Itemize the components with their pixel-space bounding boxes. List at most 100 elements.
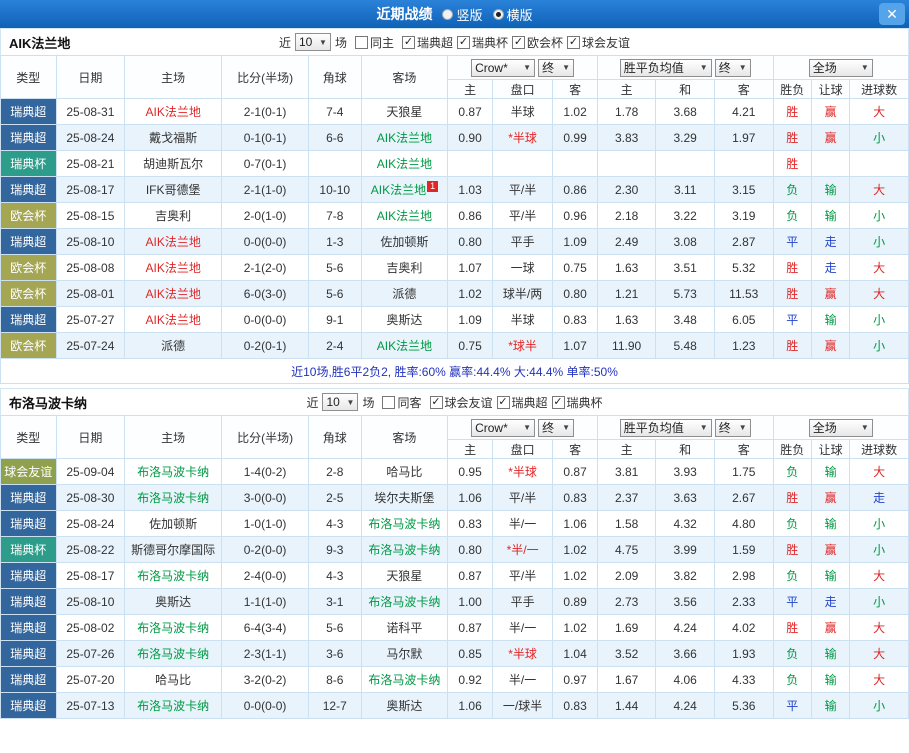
odds-away: 0.87 — [552, 458, 598, 485]
away-team: 布洛马波卡纳 — [360, 666, 449, 693]
close-button[interactable]: ✕ — [879, 3, 905, 25]
odds-home: 1.06 — [447, 484, 493, 511]
league-filter-checkbox[interactable]: ✓ 瑞典杯 — [457, 34, 508, 51]
result-handicap — [810, 150, 851, 177]
match-date: 25-07-26 — [55, 640, 126, 667]
handicap: *半球 — [491, 640, 554, 667]
home-team: IFK哥德堡 — [124, 176, 223, 203]
corner: 5-6 — [308, 280, 362, 307]
avg-draw: 3.63 — [655, 484, 715, 511]
score: 0-1(0-1) — [221, 124, 309, 151]
col-away: 客场 — [360, 415, 449, 459]
corner: 2-4 — [308, 332, 362, 359]
result-handicap: 输 — [810, 202, 851, 229]
odds-home — [447, 150, 493, 177]
match-count-select[interactable]: 10 ▼ — [322, 393, 359, 411]
subcol-avg-away: 客 — [713, 79, 774, 99]
league-filter-checkbox[interactable]: ✓ 球会友谊 — [567, 34, 630, 51]
layout-vertical-radio[interactable]: 竖版 — [442, 5, 483, 24]
avg-away: 1.93 — [713, 640, 774, 667]
section-team-name: 布洛马波卡纳 — [9, 395, 88, 411]
same-venue-checkbox[interactable]: 同主 — [354, 34, 394, 51]
score: 1-4(0-2) — [221, 458, 309, 485]
scope-select[interactable]: 全场 ▼ — [808, 418, 873, 437]
result-goals: 小 — [849, 588, 909, 615]
avg-stage-select[interactable]: 终 ▼ — [714, 58, 751, 77]
match-count-select[interactable]: 10 ▼ — [294, 33, 331, 51]
scope-select[interactable]: 全场 ▼ — [808, 58, 873, 77]
games-label: 场 — [362, 395, 375, 410]
odds-stage-select[interactable]: 终 ▼ — [538, 58, 575, 77]
result-wdl: 胜 — [772, 150, 812, 177]
match-row: 瑞典超 25-08-17 布洛马波卡纳 2-4(0-0) 4-3 天狼星 0.87 平/半 1.… — [0, 562, 909, 589]
home-team: AIK法兰地 — [124, 254, 223, 281]
chevron-down-icon: ▼ — [346, 397, 355, 407]
odds-home: 1.00 — [447, 588, 493, 615]
odds-away: 1.07 — [552, 332, 598, 359]
league-badge: 欧会杯 — [0, 202, 57, 229]
league-badge: 瑞典超 — [0, 666, 57, 693]
result-wdl: 胜 — [772, 614, 812, 641]
checkbox-checked-icon: ✓ — [457, 35, 470, 49]
bookmaker-select[interactable]: Crow* ▼ — [471, 418, 536, 437]
subcol-odds-home: 主 — [447, 79, 493, 99]
subcol-handicap-result: 让球 — [810, 79, 851, 99]
avg-draw — [655, 150, 715, 177]
col-type: 类型 — [0, 55, 57, 99]
home-team: AIK法兰地 — [124, 98, 223, 125]
odds-home: 1.03 — [447, 176, 493, 203]
corner: 8-6 — [308, 666, 362, 693]
league-badge: 欧会杯 — [0, 332, 57, 359]
layout-horizontal-label: 横版 — [506, 7, 533, 23]
league-badge: 瑞典超 — [0, 588, 57, 615]
avg-away: 1.97 — [713, 124, 774, 151]
dialog-title: 近期战绩 — [376, 6, 433, 22]
corner: 4-3 — [308, 562, 362, 589]
league-filter-checkbox[interactable]: ✓ 球会友谊 — [429, 394, 493, 411]
col-corner: 角球 — [308, 415, 362, 459]
odds-home: 1.06 — [447, 692, 493, 719]
league-filter-checkbox[interactable]: ✓ 瑞典超 — [401, 34, 453, 51]
layout-horizontal-radio[interactable]: 横版 — [492, 5, 533, 24]
odds-stage-select[interactable]: 终 ▼ — [538, 418, 575, 437]
league-filter-checkbox[interactable]: ✓ 瑞典超 — [496, 394, 548, 411]
match-row: 瑞典超 25-08-31 AIK法兰地 2-1(0-1) 7-4 天狼星 0.87 半球 1.0… — [0, 98, 909, 125]
result-handicap: 赢 — [810, 280, 851, 307]
handicap: 半/一 — [491, 666, 554, 693]
subcol-odds-home: 主 — [447, 439, 493, 459]
score: 2-1(2-0) — [221, 254, 309, 281]
result-handicap: 赢 — [810, 98, 851, 125]
avg-home: 2.09 — [596, 562, 657, 589]
avg-stage-select[interactable]: 终 ▼ — [714, 418, 751, 437]
same-venue-checkbox[interactable]: 同客 — [382, 394, 422, 411]
avg-odds-select[interactable]: 胜平负均值 ▼ — [619, 58, 712, 77]
league-badge: 瑞典超 — [0, 562, 57, 589]
section-header: AIK法兰地 近 10 ▼ 场 同主 ✓ 瑞典超 ✓ 瑞典杯 ✓ 欧会杯 ✓ 球会友谊 — [0, 28, 909, 55]
handicap — [491, 150, 554, 177]
avg-home: 11.90 — [596, 332, 657, 359]
col-corner: 角球 — [308, 55, 362, 99]
match-date: 25-08-17 — [55, 176, 126, 203]
bookmaker-select[interactable]: Crow* ▼ — [471, 58, 536, 77]
match-row: 欧会杯 25-08-15 吉奥利 2-0(1-0) 7-8 AIK法兰地 0.86 平/半 0.… — [0, 202, 909, 229]
avg-home: 1.21 — [596, 280, 657, 307]
avg-home: 3.52 — [596, 640, 657, 667]
subcol-avg-draw: 和 — [655, 79, 715, 99]
odds-away: 1.09 — [552, 228, 598, 255]
same-venue-label: 同客 — [397, 395, 422, 410]
away-team: AIK法兰地 — [360, 202, 449, 229]
odds-home: 0.80 — [447, 228, 493, 255]
league-filter-checkbox[interactable]: ✓ 欧会杯 — [512, 34, 563, 51]
handicap: *半球 — [491, 124, 554, 151]
odds-home: 0.75 — [447, 332, 493, 359]
home-team: 布洛马波卡纳 — [124, 692, 223, 719]
odds-away: 0.86 — [552, 176, 598, 203]
result-handicap: 输 — [810, 562, 851, 589]
section-header: 布洛马波卡纳 近 10 ▼ 场 同客 ✓ 球会友谊 ✓ 瑞典超 ✓ 瑞典杯 — [0, 388, 909, 415]
odds-away: 1.02 — [552, 98, 598, 125]
away-team: 哈马比 — [360, 458, 449, 485]
league-filter-checkbox[interactable]: ✓ 瑞典杯 — [551, 394, 603, 411]
avg-draw: 3.22 — [655, 202, 715, 229]
avg-odds-select[interactable]: 胜平负均值 ▼ — [619, 418, 712, 437]
handicap: 平手 — [491, 588, 554, 615]
